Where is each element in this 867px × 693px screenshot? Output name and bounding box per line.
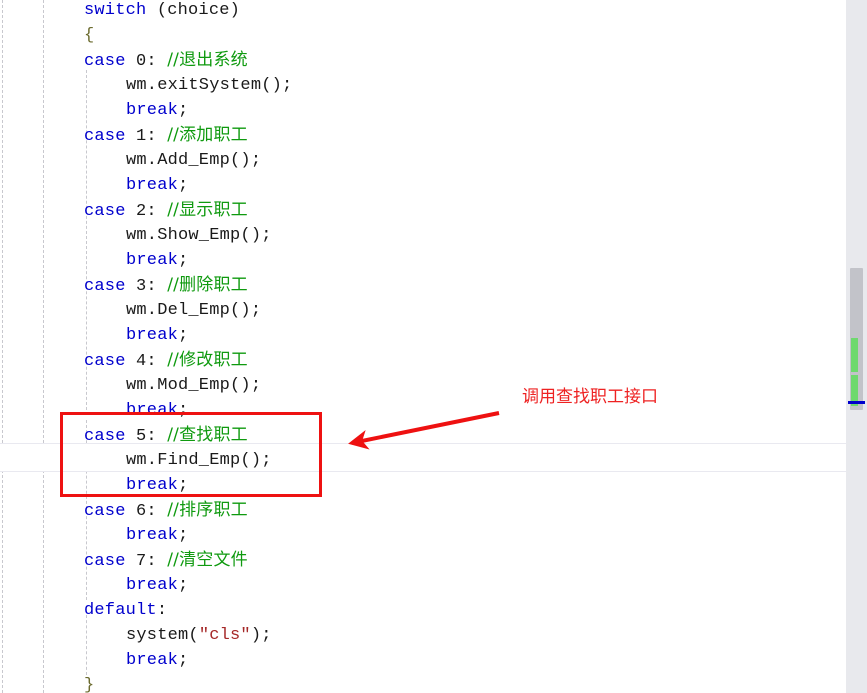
indent-guide-4 bbox=[86, 615, 87, 675]
code-surface[interactable]: switch (choice) { case 0: //退出系统 wm.exitSys… bbox=[0, 0, 846, 693]
indent-guide-0 bbox=[2, 0, 3, 693]
code-token-cmt: //排序职工 bbox=[167, 500, 248, 520]
code-token-plain: 5: bbox=[125, 427, 168, 446]
code-token-brace: { bbox=[84, 26, 95, 45]
code-token-kw: case bbox=[84, 127, 126, 146]
code-token-kw: break bbox=[126, 651, 179, 670]
code-token-plain: 1: bbox=[125, 127, 168, 146]
code-token-plain: wm.Add_Emp(); bbox=[126, 151, 262, 170]
code-token-cmt: //修改职工 bbox=[167, 350, 248, 370]
code-line[interactable]: break; bbox=[126, 573, 188, 598]
indent-guide-1 bbox=[43, 0, 44, 693]
code-line[interactable]: case 0: //退出系统 bbox=[84, 48, 248, 73]
code-line[interactable]: case 2: //显示职工 bbox=[84, 198, 248, 223]
code-line[interactable]: switch (choice) bbox=[84, 0, 240, 23]
code-token-plain: ; bbox=[178, 251, 189, 270]
scrollbar-change-marker-0[interactable] bbox=[851, 338, 858, 372]
code-token-kw: switch bbox=[84, 1, 147, 20]
scrollbar-caret-marker[interactable] bbox=[848, 401, 865, 404]
code-token-kw: break bbox=[126, 476, 179, 495]
code-token-plain: ; bbox=[178, 101, 189, 120]
code-token-kw: case bbox=[84, 202, 126, 221]
code-line[interactable]: { bbox=[84, 23, 94, 48]
code-token-kw: case bbox=[84, 52, 126, 71]
code-line[interactable]: case 1: //添加职工 bbox=[84, 123, 248, 148]
code-line[interactable]: wm.exitSystem(); bbox=[126, 73, 292, 98]
code-token-brace: } bbox=[84, 676, 95, 693]
code-token-plain: 6: bbox=[125, 502, 168, 521]
annotation-label: 调用查找职工接口 bbox=[522, 387, 658, 407]
code-line[interactable]: case 3: //删除职工 bbox=[84, 273, 248, 298]
code-token-plain: wm.Find_Emp(); bbox=[126, 451, 272, 470]
code-line[interactable]: default: bbox=[84, 598, 167, 623]
code-token-plain: ; bbox=[178, 326, 189, 345]
code-line[interactable]: } bbox=[84, 673, 94, 693]
code-token-plain: ; bbox=[178, 651, 189, 670]
code-line[interactable]: break; bbox=[126, 648, 188, 673]
code-token-plain: ; bbox=[178, 576, 189, 595]
code-token-kw: case bbox=[84, 352, 126, 371]
code-token-kw: case bbox=[84, 502, 126, 521]
code-token-cmt: //添加职工 bbox=[167, 125, 248, 145]
code-token-plain: 2: bbox=[125, 202, 168, 221]
code-token-cmt: //退出系统 bbox=[167, 50, 248, 70]
code-token-plain: 7: bbox=[125, 552, 168, 571]
code-token-kw: case bbox=[84, 427, 126, 446]
code-token-plain: system( bbox=[126, 626, 199, 645]
code-token-plain: wm.Mod_Emp(); bbox=[126, 376, 262, 395]
code-token-plain: wm.exitSystem(); bbox=[126, 76, 293, 95]
code-token-str: "cls" bbox=[198, 626, 251, 645]
code-line[interactable]: wm.Show_Emp(); bbox=[126, 223, 272, 248]
code-token-plain: ; bbox=[178, 401, 189, 420]
code-line[interactable]: wm.Del_Emp(); bbox=[126, 298, 261, 323]
code-editor: switch (choice) { case 0: //退出系统 wm.exitSys… bbox=[0, 0, 867, 693]
code-token-plain: ; bbox=[178, 176, 189, 195]
code-line[interactable]: break; bbox=[126, 323, 188, 348]
code-line[interactable]: break; bbox=[126, 523, 188, 548]
code-line[interactable]: case 7: //清空文件 bbox=[84, 548, 248, 573]
code-token-plain: ; bbox=[178, 526, 189, 545]
code-line[interactable]: break; bbox=[126, 473, 188, 498]
code-token-plain: 0: bbox=[125, 52, 168, 71]
code-line[interactable]: case 6: //排序职工 bbox=[84, 498, 248, 523]
code-token-kw: default bbox=[84, 601, 157, 620]
code-line[interactable]: break; bbox=[126, 98, 188, 123]
code-line[interactable]: wm.Mod_Emp(); bbox=[126, 373, 261, 398]
code-line[interactable]: system("cls"); bbox=[126, 623, 272, 648]
code-token-kw: break bbox=[126, 326, 179, 345]
code-token-kw: break bbox=[126, 576, 179, 595]
code-token-kw: case bbox=[84, 277, 126, 296]
code-token-plain: ); bbox=[250, 626, 272, 645]
code-token-plain: : bbox=[156, 601, 168, 620]
code-line[interactable]: break; bbox=[126, 173, 188, 198]
code-token-plain: wm.Show_Emp(); bbox=[126, 226, 272, 245]
code-line[interactable]: wm.Add_Emp(); bbox=[126, 148, 261, 173]
code-line[interactable]: case 5: //查找职工 bbox=[84, 423, 248, 448]
code-line[interactable]: wm.Find_Emp(); bbox=[126, 448, 272, 473]
code-token-cmt: //清空文件 bbox=[167, 550, 248, 570]
code-token-plain: ; bbox=[178, 476, 189, 495]
code-token-kw: break bbox=[126, 251, 179, 270]
code-token-cmt: //查找职工 bbox=[167, 425, 248, 445]
code-token-plain: 4: bbox=[125, 352, 168, 371]
code-token-plain: 3: bbox=[125, 277, 168, 296]
code-token-cmt: //显示职工 bbox=[167, 200, 248, 220]
code-line[interactable]: break; bbox=[126, 248, 188, 273]
vertical-scrollbar[interactable] bbox=[846, 0, 867, 693]
code-token-kw: break bbox=[126, 401, 179, 420]
code-token-cmt: //删除职工 bbox=[167, 275, 248, 295]
code-line[interactable]: break; bbox=[126, 398, 188, 423]
code-token-plain: (choice) bbox=[146, 1, 241, 20]
code-line[interactable]: case 4: //修改职工 bbox=[84, 348, 248, 373]
code-token-kw: break bbox=[126, 526, 179, 545]
code-token-kw: case bbox=[84, 552, 126, 571]
code-token-kw: break bbox=[126, 176, 179, 195]
code-token-plain: wm.Del_Emp(); bbox=[126, 301, 262, 320]
code-token-kw: break bbox=[126, 101, 179, 120]
